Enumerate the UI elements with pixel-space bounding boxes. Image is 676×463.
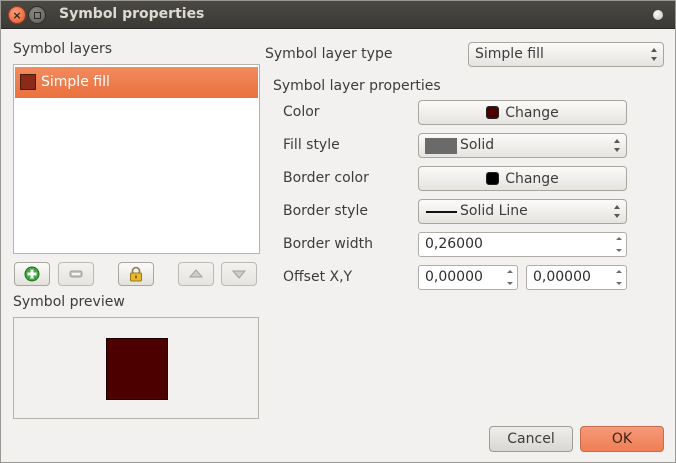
fill-style-select[interactable]: Solid: [418, 133, 627, 158]
symbol-preview-label: Symbol preview: [13, 294, 125, 310]
border-style-line-icon: [426, 211, 457, 213]
spin-arrows-icon[interactable]: [615, 270, 622, 285]
cancel-label: Cancel: [507, 431, 555, 447]
border-width-label: Border width: [283, 236, 373, 252]
offset-y-spinbox[interactable]: 0,00000: [526, 265, 627, 290]
color-change-button[interactable]: Change: [418, 100, 627, 125]
border-color-swatch: [486, 172, 500, 185]
chevron-updown-icon: [650, 48, 657, 61]
title-bar: × Symbol properties: [1, 1, 675, 29]
remove-layer-icon: [69, 270, 83, 278]
ok-label: OK: [611, 431, 633, 447]
border-color-change-label: Change: [505, 170, 559, 187]
spin-arrows-icon[interactable]: [615, 237, 622, 252]
close-icon[interactable]: ×: [8, 6, 26, 24]
fill-style-swatch: [425, 138, 457, 154]
window-menu-icon[interactable]: [653, 10, 663, 20]
fill-style-value: Solid: [460, 137, 495, 153]
border-style-label: Border style: [283, 203, 368, 219]
ok-button[interactable]: OK: [580, 426, 664, 452]
cancel-button[interactable]: Cancel: [489, 426, 573, 452]
border-color-change-button[interactable]: Change: [418, 166, 627, 191]
layer-label: Simple fill: [41, 74, 110, 90]
symbol-layer-type-label: Symbol layer type: [265, 46, 393, 62]
border-style-value: Solid Line: [460, 203, 528, 219]
symbol-layers-label: Symbol layers: [13, 41, 113, 57]
move-up-button[interactable]: [178, 262, 214, 286]
symbol-layer-type-select[interactable]: Simple fill: [468, 42, 664, 67]
symbol-layer-properties-label: Symbol layer properties: [273, 78, 441, 94]
offset-y-value: 0,00000: [533, 269, 591, 285]
border-color-label: Border color: [283, 170, 369, 186]
move-down-icon: [231, 270, 247, 279]
preview-swatch: [106, 338, 168, 400]
move-up-icon: [188, 269, 204, 278]
offset-x-spinbox[interactable]: 0,00000: [418, 265, 518, 290]
symbol-layers-list[interactable]: Simple fill: [13, 64, 260, 254]
offset-label: Offset X,Y: [283, 269, 353, 285]
remove-layer-button[interactable]: [58, 262, 94, 286]
list-item[interactable]: Simple fill: [15, 67, 258, 98]
lock-layer-button[interactable]: [118, 262, 154, 286]
layer-color-swatch: [20, 74, 36, 90]
window-title: Symbol properties: [59, 6, 205, 22]
chevron-updown-icon: [613, 139, 620, 152]
border-width-spinbox[interactable]: 0,26000: [418, 232, 627, 257]
move-down-button[interactable]: [221, 262, 257, 286]
spin-arrows-icon[interactable]: [506, 270, 513, 285]
fill-color-swatch: [486, 106, 500, 119]
add-layer-button[interactable]: [14, 262, 50, 286]
add-layer-icon: [24, 266, 40, 282]
border-width-value: 0,26000: [425, 236, 483, 252]
symbol-layer-type-value: Simple fill: [475, 46, 544, 62]
chevron-updown-icon: [613, 205, 620, 218]
symbol-preview: [13, 317, 259, 419]
color-label: Color: [283, 104, 320, 120]
symbol-properties-dialog: × Symbol properties Symbol layers Simple…: [0, 0, 676, 463]
color-change-label: Change: [505, 104, 559, 121]
maximize-icon[interactable]: [28, 6, 46, 24]
border-style-select[interactable]: Solid Line: [418, 199, 627, 224]
fill-style-label: Fill style: [283, 137, 340, 153]
lock-icon: [130, 266, 142, 282]
offset-x-value: 0,00000: [425, 269, 483, 285]
